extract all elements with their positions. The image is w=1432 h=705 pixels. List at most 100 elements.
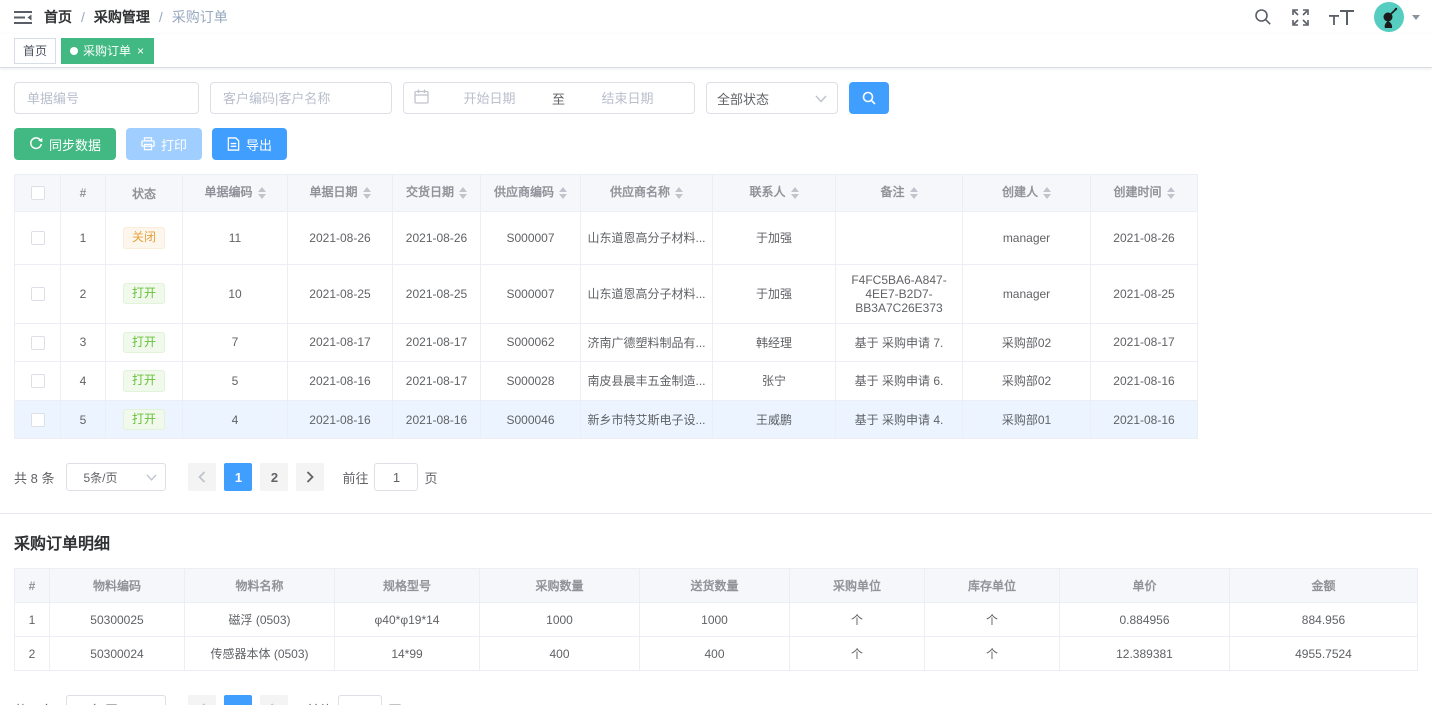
sortable-header-creator[interactable]: 创建人 (963, 175, 1091, 212)
row-checkbox[interactable] (31, 287, 45, 301)
customer-input[interactable] (210, 82, 392, 114)
detail-pagination: 共 2 条 5条/页 1 前往 页 (14, 695, 1418, 705)
search-button[interactable] (849, 82, 889, 114)
chevron-right-icon (306, 471, 314, 483)
document-icon (227, 137, 240, 151)
total-count: 共 2 条 (14, 700, 54, 705)
prev-page-button[interactable] (188, 463, 216, 491)
table-row[interactable]: 2 打开 10 2021-08-25 2021-08-25 S000007 山东… (15, 264, 1198, 323)
page-number-button[interactable]: 2 (260, 463, 288, 491)
row-checkbox[interactable] (31, 374, 45, 388)
sort-icon[interactable] (1167, 183, 1175, 203)
status-badge: 打开 (123, 409, 165, 431)
next-page-button[interactable] (260, 695, 288, 705)
fullscreen-icon[interactable] (1292, 9, 1309, 26)
doc-number-input[interactable] (14, 82, 199, 114)
row-checkbox[interactable] (31, 336, 45, 350)
detail-row: 250300024 传感器本体 (0503)14*99 400400 个个 12… (15, 637, 1418, 671)
tab-home[interactable]: 首页 (14, 38, 56, 64)
orders-table: # 状态 单据编码 单据日期 交货日期 供应商编码 供应商名称 联系人 备注 创… (14, 174, 1198, 439)
sync-data-button[interactable]: 同步数据 (14, 128, 116, 160)
printer-icon (141, 137, 155, 151)
sort-icon[interactable] (910, 183, 918, 203)
order-detail-table: # 物料编码 物料名称 规格型号 采购数量 送货数量 采购单位 库存单位 单价 … (14, 568, 1418, 671)
prev-page-button[interactable] (188, 695, 216, 705)
chevron-left-icon (198, 471, 206, 483)
table-row-selected[interactable]: 5 打开 4 2021-08-16 2021-08-16 S000046 新乡市… (15, 400, 1198, 439)
goto-page-input[interactable] (338, 695, 382, 705)
row-checkbox[interactable] (31, 413, 45, 427)
active-dot-icon (70, 47, 78, 55)
goto-label: 前往 (306, 700, 332, 705)
sort-icon[interactable] (258, 183, 266, 203)
breadcrumb: 首页 / 采购管理 / 采购订单 (44, 7, 228, 27)
refresh-icon (29, 137, 43, 151)
detail-table-header: # 物料编码 物料名称 规格型号 采购数量 送货数量 采购单位 库存单位 单价 … (15, 569, 1418, 603)
sort-icon[interactable] (559, 183, 567, 203)
breadcrumb-separator: / (81, 9, 85, 25)
page-size-select[interactable]: 5条/页 (66, 695, 166, 705)
sortable-header-code[interactable]: 单据编码 (183, 175, 288, 212)
calendar-icon (414, 89, 429, 107)
page-size-select[interactable]: 5条/页 (66, 463, 166, 491)
status-badge: 打开 (123, 283, 165, 305)
sort-icon[interactable] (459, 183, 467, 203)
search-icon[interactable] (1254, 8, 1272, 26)
section-divider (0, 513, 1432, 514)
status-badge: 关闭 (123, 227, 165, 249)
sortable-header-supplier-name[interactable]: 供应商名称 (581, 175, 713, 212)
row-checkbox[interactable] (31, 231, 45, 245)
hamburger-icon[interactable] (14, 10, 32, 25)
date-separator: 至 (550, 89, 567, 108)
breadcrumb-separator: / (159, 9, 163, 25)
sortable-header-contact[interactable]: 联系人 (713, 175, 836, 212)
tab-purchase-order[interactable]: 采购订单 × (61, 38, 154, 64)
table-row[interactable]: 1 关闭 11 2021-08-26 2021-08-26 S000007 山东… (15, 212, 1198, 265)
sortable-header-supplier-code[interactable]: 供应商编码 (481, 175, 581, 212)
print-button[interactable]: 打印 (126, 128, 202, 160)
caret-down-icon (1412, 15, 1420, 24)
tags-view-bar: 首页 采购订单 × (0, 34, 1432, 68)
export-button[interactable]: 导出 (212, 128, 287, 160)
detail-section-title: 采购订单明细 (14, 530, 1418, 554)
sort-icon[interactable] (363, 183, 371, 203)
sort-icon[interactable] (675, 183, 683, 203)
status-badge: 打开 (123, 370, 165, 392)
goto-page-input[interactable] (374, 463, 418, 491)
goto-label: 前往 (342, 468, 368, 487)
sortable-header-delivery-date[interactable]: 交货日期 (393, 175, 481, 212)
orders-table-header: # 状态 单据编码 单据日期 交货日期 供应商编码 供应商名称 联系人 备注 创… (15, 175, 1198, 212)
page-number-button[interactable]: 1 (224, 695, 252, 705)
sort-icon[interactable] (791, 183, 799, 203)
detail-row: 150300025 磁浮 (0503)φ40*φ19*14 10001000 个… (15, 603, 1418, 637)
avatar[interactable] (1374, 2, 1404, 32)
sortable-header-doc-date[interactable]: 单据日期 (288, 175, 393, 212)
navbar: 首页 / 采购管理 / 采购订单 (0, 0, 1432, 34)
sort-icon[interactable] (1043, 183, 1051, 203)
breadcrumb-item-current: 采购订单 (172, 7, 228, 27)
next-page-button[interactable] (296, 463, 324, 491)
breadcrumb-item-purchase-mgmt[interactable]: 采购管理 (94, 7, 150, 27)
sortable-header-created-at[interactable]: 创建时间 (1091, 175, 1198, 212)
page-number-button[interactable]: 1 (224, 463, 252, 491)
font-size-icon[interactable] (1329, 10, 1354, 25)
date-range-picker[interactable]: 至 (403, 82, 695, 114)
page-suffix-label: 页 (388, 700, 401, 705)
start-date-input[interactable] (433, 91, 546, 106)
chevron-down-icon (815, 91, 827, 106)
filter-bar: 至 全部状态 (14, 82, 1418, 114)
chevron-down-icon (146, 470, 157, 484)
toolbar: 同步数据 打印 导出 (14, 128, 1418, 160)
page-suffix-label: 页 (424, 468, 437, 487)
status-select[interactable]: 全部状态 (706, 82, 838, 114)
sortable-header-remark[interactable]: 备注 (836, 175, 963, 212)
close-tab-icon[interactable]: × (136, 45, 145, 57)
total-count: 共 8 条 (14, 468, 54, 487)
breadcrumb-item-home[interactable]: 首页 (44, 7, 72, 27)
end-date-input[interactable] (571, 91, 684, 106)
orders-pagination: 共 8 条 5条/页 1 2 前往 页 (14, 463, 1418, 491)
table-row[interactable]: 3 打开 7 2021-08-17 2021-08-17 S000062 济南广… (15, 323, 1198, 362)
table-row[interactable]: 4 打开 5 2021-08-16 2021-08-17 S000028 南皮县… (15, 362, 1198, 401)
user-menu[interactable] (1374, 2, 1420, 32)
select-all-checkbox[interactable] (31, 186, 45, 200)
